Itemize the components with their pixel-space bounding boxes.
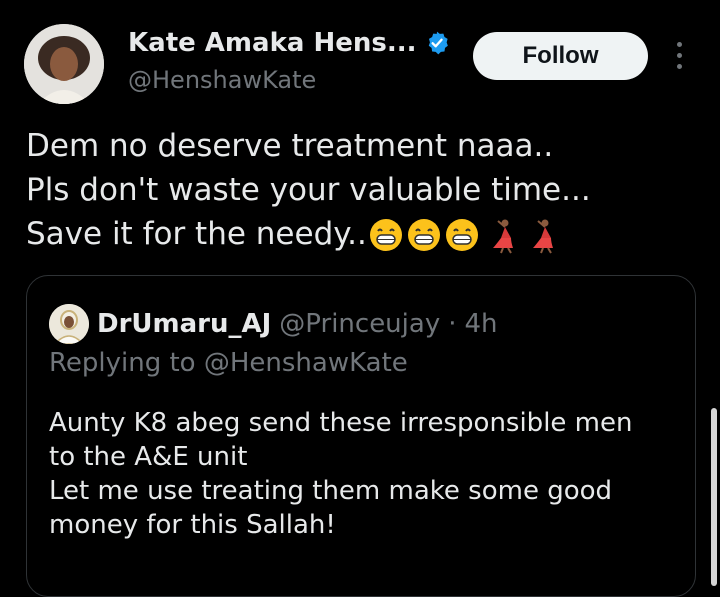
more-dot (676, 64, 682, 69)
quoted-line: Aunty K8 abeg send these irresponsible m… (49, 408, 633, 438)
woman-dancing-icon (532, 219, 553, 254)
woman-dancing-icon (492, 219, 513, 254)
emoji-group (369, 218, 559, 254)
quoted-author-name[interactable]: DrUmaru_AJ (97, 309, 271, 339)
meta-separator: · (448, 309, 457, 339)
quoted-author-avatar[interactable] (49, 304, 89, 344)
quoted-timestamp[interactable]: 4h (464, 309, 497, 339)
replying-to-label[interactable]: Replying to @HenshawKate (49, 348, 408, 378)
more-dot (676, 53, 682, 58)
more-dot (676, 42, 682, 47)
scrollbar[interactable] (711, 408, 717, 586)
quoted-avatar-photo (49, 304, 89, 344)
author-handle[interactable]: @HenshawKate (128, 66, 316, 94)
tweet-line: Pls don't waste your valuable time... (26, 172, 591, 208)
tweet-line: Save it for the needy.. (26, 216, 367, 252)
avatar-photo (24, 24, 104, 104)
grinning-face-icon (407, 218, 440, 251)
quoted-tweet-text: Aunty K8 abeg send these irresponsible m… (49, 406, 689, 542)
quoted-line: money for this Sallah! (49, 510, 336, 540)
follow-button[interactable]: Follow (473, 32, 648, 80)
more-vertical-icon[interactable] (672, 42, 686, 72)
tweet-text: Dem no deserve treatment naaa.. Pls don'… (26, 124, 706, 256)
quoted-tweet-card[interactable]: DrUmaru_AJ @Princeujay · 4h Replying to … (26, 275, 696, 597)
quoted-line: to the A&E unit (49, 442, 248, 472)
author-avatar[interactable] (24, 24, 104, 104)
author-display-name[interactable]: Kate Amaka Hens... (128, 28, 416, 58)
grinning-face-icon (445, 218, 478, 251)
verified-badge-icon (429, 31, 449, 55)
tweet-line: Dem no deserve treatment naaa.. (26, 128, 554, 164)
quoted-line: Let me use treating them make some good (49, 476, 613, 506)
quoted-tweet-header: DrUmaru_AJ @Princeujay · 4h (49, 304, 498, 344)
quoted-author-handle[interactable]: @Princeujay (279, 309, 440, 339)
grinning-face-icon (369, 218, 402, 251)
tweet-line-with-emojis: Save it for the needy.. (26, 212, 706, 256)
author-name-row: Kate Amaka Hens... (128, 28, 450, 58)
